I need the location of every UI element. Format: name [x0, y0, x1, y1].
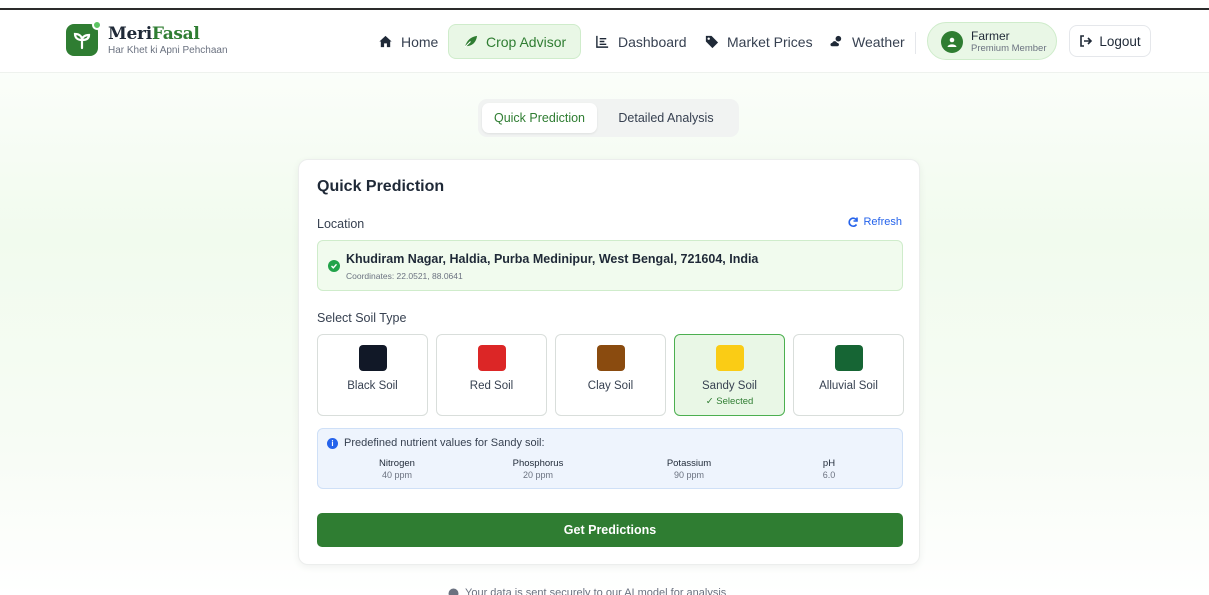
- nav-weather[interactable]: Weather: [815, 24, 919, 59]
- nutrient-nitrogen: Nitrogen 40 ppm: [352, 458, 442, 480]
- nav-market-prices[interactable]: Market Prices: [690, 24, 827, 59]
- soil-name: Clay Soil: [587, 380, 634, 392]
- brand[interactable]: MeriFasal Har Khet ki Apni Pehchaan: [108, 24, 228, 56]
- refresh-icon: [848, 217, 859, 227]
- check-circle-icon: [328, 260, 340, 272]
- shield-icon: [448, 588, 459, 595]
- location-box: Khudiram Nagar, Haldia, Purba Medinipur,…: [317, 240, 903, 291]
- brand-name-part1: Meri: [108, 24, 152, 44]
- nav-weather-label: Weather: [852, 33, 905, 50]
- nutrient-ph: pH 6.0: [784, 458, 874, 480]
- nav-market-prices-label: Market Prices: [727, 33, 813, 50]
- nutrient-name: pH: [822, 458, 836, 469]
- nutrient-info-box: i Predefined nutrient values for Sandy s…: [317, 428, 903, 489]
- nutrient-value: 20 ppm: [522, 470, 554, 480]
- user-role: Premium Member: [971, 43, 1047, 54]
- nutrient-phosphorus: Phosphorus 20 ppm: [493, 458, 583, 480]
- nutrient-potassium: Potassium 90 ppm: [644, 458, 734, 480]
- logo-dot: [92, 20, 102, 30]
- nutrient-name: Phosphorus: [512, 458, 564, 469]
- soil-swatch: [359, 345, 387, 371]
- soil-name: Sandy Soil: [702, 380, 757, 392]
- soil-type-label: Select Soil Type: [317, 311, 407, 325]
- refresh-button[interactable]: Refresh: [847, 216, 902, 228]
- nav-crop-advisor-label: Crop Advisor: [486, 33, 567, 50]
- nutrient-name: Nitrogen: [379, 458, 415, 469]
- logout-label: Logout: [1099, 33, 1141, 49]
- leaf-icon: [464, 35, 478, 48]
- soil-option-sandy[interactable]: Sandy Soil ✓ Selected: [674, 334, 785, 416]
- nav-crop-advisor[interactable]: Crop Advisor: [448, 24, 582, 59]
- location-coordinates: Coordinates: 22.0521, 88.0641: [346, 271, 463, 281]
- tag-icon: [705, 35, 719, 49]
- quick-prediction-card: Quick Prediction Location Refresh Khudir…: [298, 159, 920, 565]
- cloud-sun-icon: [830, 35, 842, 47]
- dashboard-icon: [596, 35, 609, 48]
- tab-quick-prediction[interactable]: Quick Prediction: [482, 103, 597, 133]
- logout-icon: [1080, 35, 1093, 47]
- soil-swatch: [597, 345, 625, 371]
- nav-home[interactable]: Home: [364, 24, 452, 59]
- info-icon: i: [327, 438, 338, 449]
- soil-swatch: [716, 345, 744, 371]
- brand-name-part2: Fasal: [151, 24, 200, 44]
- brand-tagline: Har Khet ki Apni Pehchaan: [108, 45, 228, 56]
- security-note-text: Your data is sent securely to our AI mod…: [465, 587, 727, 595]
- nutrient-value: 6.0: [822, 470, 836, 480]
- nutrient-info-title: Predefined nutrient values for Sandy soi…: [344, 437, 545, 449]
- logout-button[interactable]: Logout: [1069, 25, 1151, 57]
- soil-name: Red Soil: [469, 380, 514, 392]
- card-title: Quick Prediction: [317, 178, 445, 195]
- soil-name: Black Soil: [347, 380, 398, 392]
- nutrient-value: 40 ppm: [381, 470, 413, 480]
- nav-home-label: Home: [401, 33, 439, 50]
- prediction-tabs: Quick Prediction Detailed Analysis: [478, 99, 739, 137]
- soil-swatch: [478, 345, 506, 371]
- soil-swatch: [835, 345, 863, 371]
- logo-sprout-icon[interactable]: [66, 20, 102, 56]
- nutrient-value: 90 ppm: [673, 470, 705, 480]
- top-navbar: MeriFasal Har Khet ki Apni Pehchaan Home…: [0, 10, 1209, 73]
- soil-option-clay[interactable]: Clay Soil: [555, 334, 666, 416]
- soil-option-black[interactable]: Black Soil: [317, 334, 428, 416]
- security-note: Your data is sent securely to our AI mod…: [448, 587, 726, 595]
- soil-option-red[interactable]: Red Soil: [436, 334, 547, 416]
- avatar-user-icon: [941, 31, 963, 53]
- nav-divider: [915, 32, 916, 54]
- soil-option-alluvial[interactable]: Alluvial Soil: [793, 334, 904, 416]
- get-predictions-button[interactable]: Get Predictions: [317, 513, 903, 547]
- location-address: Khudiram Nagar, Haldia, Purba Medinipur,…: [346, 252, 759, 266]
- home-icon: [379, 35, 392, 48]
- nutrient-name: Potassium: [666, 458, 712, 469]
- selected-indicator: ✓ Selected: [705, 396, 754, 407]
- location-label: Location: [317, 217, 365, 231]
- soil-name: Alluvial Soil: [819, 380, 878, 392]
- soil-type-options: Black Soil Red Soil Clay Soil Sandy Soil…: [317, 334, 904, 416]
- brand-name: MeriFasal: [108, 24, 228, 44]
- tab-detailed-analysis[interactable]: Detailed Analysis: [601, 103, 731, 133]
- user-name: Farmer: [971, 29, 1010, 43]
- user-profile[interactable]: Farmer Premium Member: [927, 22, 1057, 60]
- nav-dashboard[interactable]: Dashboard: [581, 24, 701, 59]
- nav-dashboard-label: Dashboard: [618, 33, 687, 50]
- refresh-label: Refresh: [863, 216, 902, 228]
